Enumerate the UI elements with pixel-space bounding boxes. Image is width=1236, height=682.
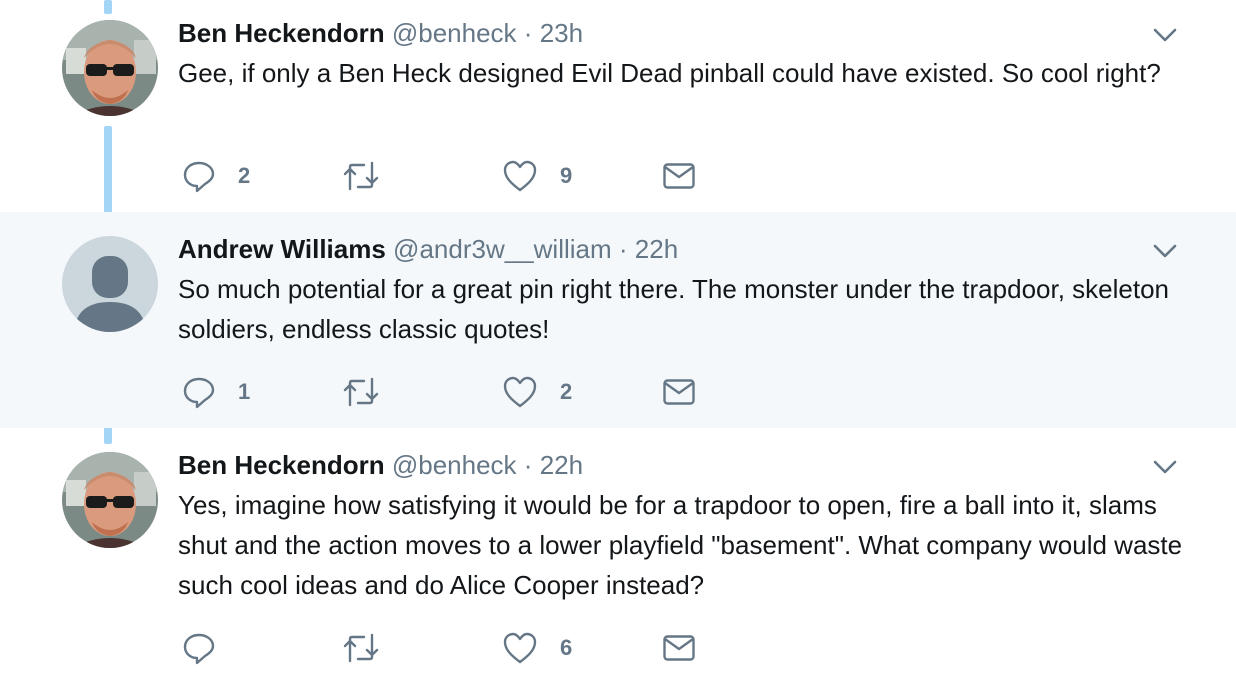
caret-down-icon[interactable] [1152, 26, 1178, 44]
like-count: 6 [560, 635, 573, 660]
caret-down-icon[interactable] [1152, 242, 1178, 260]
separator-dot: · [523, 18, 533, 48]
tweet[interactable]: Ben Heckendorn @benheck · 23h Gee, if on… [0, 0, 1236, 212]
like-icon [503, 376, 537, 408]
reply-count: 1 [238, 379, 251, 404]
author-handle[interactable]: @benheck [392, 450, 517, 480]
retweet-button[interactable] [342, 158, 402, 194]
timestamp[interactable]: 23h [540, 18, 583, 48]
tweet-header: Andrew Williams @andr3w__william · 22h [178, 233, 678, 265]
retweet-icon [343, 633, 379, 663]
tweet[interactable]: Ben Heckendorn @benheck · 22h Yes, imagi… [0, 428, 1236, 682]
timestamp[interactable]: 22h [540, 450, 583, 480]
author-handle[interactable]: @benheck [392, 18, 517, 48]
reply-button[interactable]: 1 [182, 374, 250, 410]
tweet-text: Yes, imagine how satisfying it would be … [178, 490, 1183, 600]
tweet-header: Ben Heckendorn @benheck · 22h [178, 449, 583, 481]
like-button[interactable]: 2 [502, 374, 572, 410]
direct-message-icon [663, 635, 695, 661]
direct-message-button[interactable] [662, 158, 696, 194]
tweet-header: Ben Heckendorn @benheck · 23h [178, 17, 583, 49]
reply-icon [183, 377, 215, 409]
retweet-button[interactable] [342, 374, 402, 410]
tweet[interactable]: Andrew Williams @andr3w__william · 22h S… [0, 212, 1236, 428]
reply-icon [183, 161, 215, 193]
author-name[interactable]: Ben Heckendorn [178, 18, 385, 48]
retweet-icon [343, 161, 379, 191]
tweet-text: So much potential for a great pin right … [178, 274, 1169, 344]
like-count: 2 [560, 379, 573, 404]
like-icon [503, 160, 537, 192]
avatar[interactable] [62, 236, 158, 332]
author-name[interactable]: Ben Heckendorn [178, 450, 385, 480]
author-handle[interactable]: @andr3w__william [393, 234, 612, 264]
direct-message-button[interactable] [662, 630, 696, 666]
like-button[interactable]: 6 [502, 630, 572, 666]
avatar[interactable] [62, 452, 158, 548]
timestamp[interactable]: 22h [635, 234, 678, 264]
retweet-icon [343, 377, 379, 407]
retweet-button[interactable] [342, 630, 402, 666]
reply-button[interactable]: 2 [182, 158, 250, 194]
direct-message-icon [663, 163, 695, 189]
author-name[interactable]: Andrew Williams [178, 234, 386, 264]
direct-message-icon [663, 379, 695, 405]
avatar[interactable] [62, 20, 158, 116]
like-button[interactable]: 9 [502, 158, 572, 194]
direct-message-button[interactable] [662, 374, 696, 410]
reply-button[interactable] [182, 630, 238, 666]
like-count: 9 [560, 163, 573, 188]
like-icon [503, 632, 537, 664]
separator-dot: · [523, 450, 533, 480]
separator-dot: · [618, 234, 628, 264]
reply-icon [183, 633, 215, 665]
reply-count: 2 [238, 163, 251, 188]
caret-down-icon[interactable] [1152, 458, 1178, 476]
tweet-text: Gee, if only a Ben Heck designed Evil De… [178, 58, 1161, 88]
